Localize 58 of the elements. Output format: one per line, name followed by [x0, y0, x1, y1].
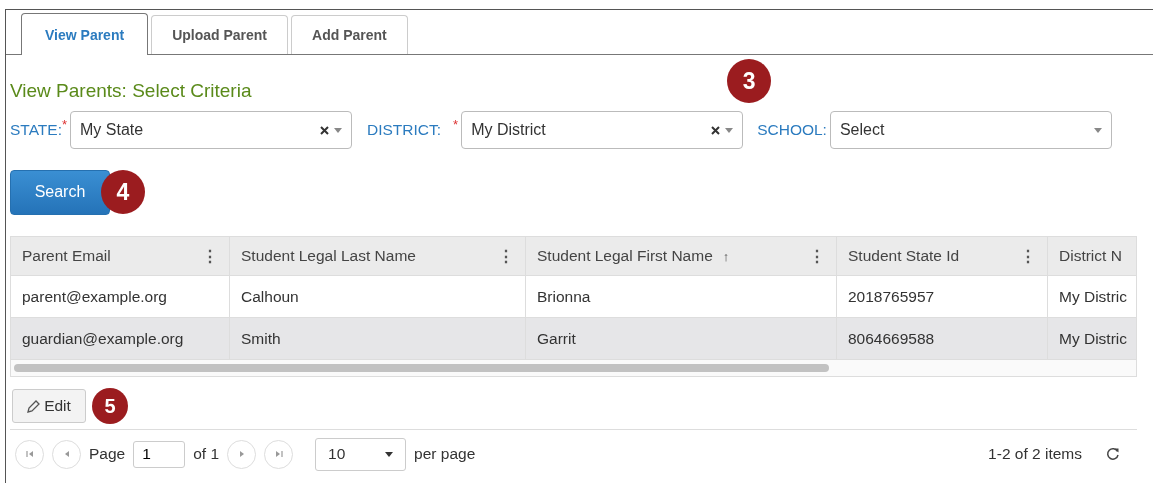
page-count: of 1 — [193, 445, 220, 463]
callout-badge: 3 — [727, 59, 772, 103]
column-menu[interactable]: ⋮ — [202, 246, 218, 266]
dropdown-caret-icon — [334, 127, 343, 133]
page-size-select[interactable]: 10 — [315, 437, 407, 471]
select-field[interactable]: Select — [829, 111, 1112, 149]
last-page-button[interactable] — [264, 439, 294, 469]
tab[interactable]: Add Parent — [291, 15, 408, 54]
column-header[interactable]: Student Legal Last Name — [241, 247, 416, 265]
search-button[interactable]: Search — [10, 169, 110, 215]
field-label: SCHOOL: — [757, 121, 827, 139]
tab[interactable]: View Parent — [21, 13, 149, 55]
callout-badge: 5 — [92, 388, 128, 424]
callout-badge: 4 — [101, 170, 145, 214]
refresh-icon — [1106, 447, 1120, 461]
dropdown-caret-icon — [1093, 127, 1102, 133]
table-cell: My Distric — [1059, 329, 1128, 348]
per-page-label: per page — [414, 445, 476, 463]
select-field[interactable]: My District — [461, 111, 744, 149]
sort-indicator: ↑ — [722, 248, 730, 264]
field-label: STATE: — [10, 121, 62, 139]
page-label: Page — [89, 445, 126, 463]
column-menu[interactable]: ⋮ — [809, 246, 825, 266]
edit-button[interactable]: Edit — [12, 389, 86, 423]
select-field[interactable]: My State — [70, 111, 353, 149]
dropdown-caret-icon — [385, 451, 394, 457]
column-header[interactable]: Student State Id — [848, 247, 960, 265]
table-cell: 2018765957 — [848, 287, 935, 306]
pencil-icon — [27, 399, 41, 413]
item-count: 1-2 of 2 items — [988, 445, 1082, 463]
column-menu[interactable]: ⋮ — [1020, 246, 1036, 266]
table-cell: Brionna — [537, 287, 591, 306]
tab[interactable]: Upload Parent — [151, 15, 289, 54]
next-page-icon — [237, 450, 246, 458]
table-cell: Garrit — [537, 329, 576, 348]
table-cell: guardian@example.org — [22, 329, 184, 348]
column-header[interactable]: Student Legal First Name — [537, 247, 713, 265]
next-page-button[interactable] — [227, 439, 257, 469]
table-cell: Smith — [241, 329, 281, 348]
page-input[interactable]: 1 — [133, 440, 186, 468]
column-menu[interactable]: ⋮ — [498, 246, 514, 266]
table-row[interactable]: guardian@example.org Smith Garrit 8064669588 My Distric — [11, 318, 1136, 360]
first-page-button[interactable] — [15, 439, 44, 469]
table-cell: 8064669588 — [848, 329, 935, 348]
table-cell: My Distric — [1059, 287, 1128, 306]
section-heading: View Parents: Select Criteria — [10, 80, 252, 103]
required-mark: * — [61, 117, 68, 132]
scrollbar-thumb[interactable] — [14, 364, 829, 372]
required-mark: * — [453, 117, 459, 132]
table-cell: parent@example.org — [22, 287, 167, 306]
last-page-icon — [274, 450, 283, 458]
column-header[interactable]: Parent Email — [22, 247, 111, 265]
dropdown-caret-icon — [725, 127, 734, 133]
first-page-icon — [25, 450, 34, 458]
table-cell: Calhoun — [241, 287, 299, 306]
previous-page-button[interactable] — [52, 439, 81, 469]
column-header[interactable]: District N — [1059, 247, 1122, 265]
field-label: DISTRICT: — [367, 121, 442, 139]
